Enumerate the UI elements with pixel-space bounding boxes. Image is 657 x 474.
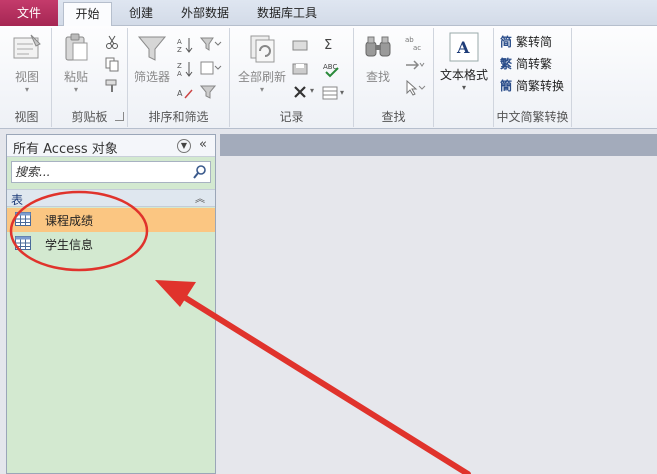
chevron-down-icon: ▾ (310, 86, 315, 95)
search-icon[interactable] (192, 164, 208, 180)
advanced-filter-icon[interactable] (200, 60, 222, 76)
svg-text:A: A (177, 38, 182, 46)
tab-database-tools[interactable]: 数据库工具 (248, 2, 326, 26)
refresh-all-label: 全部刷新 (237, 70, 286, 84)
simplified-to-traditional-icon: 繁 (500, 57, 513, 71)
save-record-icon[interactable] (292, 62, 308, 76)
group-text-format: A 文本格式 ▾ (434, 28, 494, 127)
select-cursor-icon[interactable] (404, 80, 426, 96)
selection-filter-icon[interactable] (200, 36, 222, 52)
table-icon (15, 236, 31, 250)
chevron-down-icon: ▾ (461, 83, 466, 92)
group-chinese-conversion: 简繁转简 繁简转繁 簡简繁转换 中文简繁转换 (494, 28, 572, 127)
find-button-label: 查找 (365, 70, 390, 84)
svg-text:ab: ab (405, 36, 414, 44)
chevron-down-icon: ▾ (259, 85, 264, 94)
chevron-down-icon: ▾ (24, 85, 29, 94)
simplified-traditional-convert-button[interactable]: 簡简繁转换 (500, 76, 564, 96)
svg-text:Σ: Σ (324, 38, 332, 52)
format-painter-icon[interactable] (104, 78, 120, 94)
nav-search-input[interactable] (12, 162, 192, 182)
chevron-up-double-icon[interactable]: ︽ (195, 190, 205, 205)
ribbon: 视图 ▾ 视图 粘贴 ▾ 剪贴板 筛选器 A Z Z A A 排序和筛选 全部刷… (0, 26, 657, 129)
paste-button-label: 粘贴 (63, 70, 88, 84)
find-button[interactable]: 查找 (358, 32, 398, 85)
simplified-traditional-convert-label: 简繁转换 (516, 79, 565, 93)
nav-item-label: 课程成绩 (45, 214, 94, 228)
paste-button[interactable]: 粘贴 ▾ (56, 32, 96, 94)
text-format-icon: A (449, 32, 479, 62)
sort-descending-icon[interactable]: ZA (176, 60, 194, 78)
nav-search-box (11, 161, 211, 183)
group-find: 查找 ab ac 查找 (354, 28, 434, 127)
more-records-icon[interactable] (322, 86, 338, 100)
group-records: 全部刷新 ▾ ▾ Σ ABC ▾ 记录 (230, 28, 354, 127)
delete-record-icon[interactable] (292, 84, 308, 100)
nav-pane-title: 所有 Access 对象 (13, 142, 118, 157)
shutter-bar-collapse-icon[interactable]: « (199, 137, 207, 152)
nav-pane-header[interactable]: 所有 Access 对象 ▼ « (7, 135, 215, 157)
filter-button-label: 筛选器 (133, 70, 170, 84)
tab-home[interactable]: 开始 (63, 2, 112, 27)
refresh-all-icon (250, 35, 275, 63)
group-label-chinese-conversion: 中文简繁转换 (496, 110, 569, 124)
view-button-label: 视图 (14, 70, 39, 84)
svg-text:A: A (456, 38, 470, 57)
paste-icon (65, 33, 88, 61)
svg-text:ac: ac (413, 44, 421, 52)
svg-text:Z: Z (177, 62, 182, 70)
group-label-view: 视图 (14, 110, 39, 124)
traditional-to-simplified-icon: 简 (500, 35, 513, 49)
view-icon (13, 34, 41, 59)
group-sort-filter: 筛选器 AZ ZA A 排序和筛选 (128, 28, 230, 127)
simplified-to-traditional-label: 简转繁 (516, 57, 553, 71)
traditional-to-simplified-button[interactable]: 简繁转简 (500, 32, 552, 52)
navigation-pane: 所有 Access 对象 ▼ « 表 ︽ 课程成绩 学生信息 (6, 134, 216, 474)
svg-text:A: A (177, 89, 183, 98)
tab-create[interactable]: 创建 (116, 2, 166, 26)
group-clipboard: 粘贴 ▾ 剪贴板 (52, 28, 128, 127)
nav-group-tables-label: 表 (11, 193, 24, 207)
filter-funnel-icon (137, 36, 167, 61)
chevron-down-icon: ▾ (340, 88, 345, 97)
tab-file[interactable]: 文件 (0, 0, 58, 26)
clipboard-dialog-launcher-icon[interactable] (115, 112, 124, 121)
tab-external-data[interactable]: 外部数据 (172, 2, 238, 26)
traditional-to-simplified-label: 繁转简 (516, 35, 553, 49)
table-icon (15, 212, 31, 226)
document-workspace (220, 134, 657, 474)
sort-ascending-icon[interactable]: AZ (176, 36, 194, 54)
view-button[interactable]: 视图 ▾ (6, 32, 48, 94)
refresh-all-button[interactable]: 全部刷新 ▾ (234, 32, 290, 94)
totals-icon[interactable]: Σ (322, 36, 338, 52)
nav-group-tables[interactable]: 表 ︽ (7, 189, 215, 207)
group-label-records: 记录 (279, 110, 304, 124)
document-tab-strip (220, 134, 657, 156)
remove-sort-icon[interactable]: A (176, 84, 194, 102)
goto-arrow-icon[interactable] (404, 58, 426, 72)
cut-icon[interactable] (104, 34, 120, 50)
text-format-label: 文本格式 (439, 68, 488, 82)
filter-button[interactable]: 筛选器 (130, 32, 174, 85)
group-label-sort-filter: 排序和筛选 (148, 110, 209, 124)
svg-text:Z: Z (177, 46, 182, 54)
binoculars-icon (365, 36, 391, 57)
toggle-filter-icon[interactable] (200, 84, 216, 100)
copy-icon[interactable] (104, 56, 120, 72)
simplified-traditional-convert-icon: 簡 (500, 79, 513, 93)
nav-item-table-student-info[interactable]: 学生信息 (7, 232, 215, 256)
nav-menu-dropdown-icon[interactable]: ▼ (177, 139, 191, 153)
new-record-icon[interactable] (292, 38, 308, 52)
text-format-button[interactable]: A 文本格式 ▾ (436, 32, 492, 92)
group-label-find: 查找 (381, 110, 406, 124)
replace-icon[interactable]: abac (404, 34, 426, 52)
nav-item-table-course-grades[interactable]: 课程成绩 (7, 208, 215, 232)
chevron-down-icon: ▾ (73, 85, 78, 94)
group-view: 视图 ▾ 视图 (2, 28, 52, 127)
ribbon-tab-bar: 文件 开始 创建 外部数据 数据库工具 (0, 0, 657, 27)
nav-item-label: 学生信息 (45, 238, 94, 252)
svg-text:A: A (177, 70, 182, 78)
simplified-to-traditional-button[interactable]: 繁简转繁 (500, 54, 552, 74)
spelling-icon[interactable]: ABC (322, 60, 340, 78)
